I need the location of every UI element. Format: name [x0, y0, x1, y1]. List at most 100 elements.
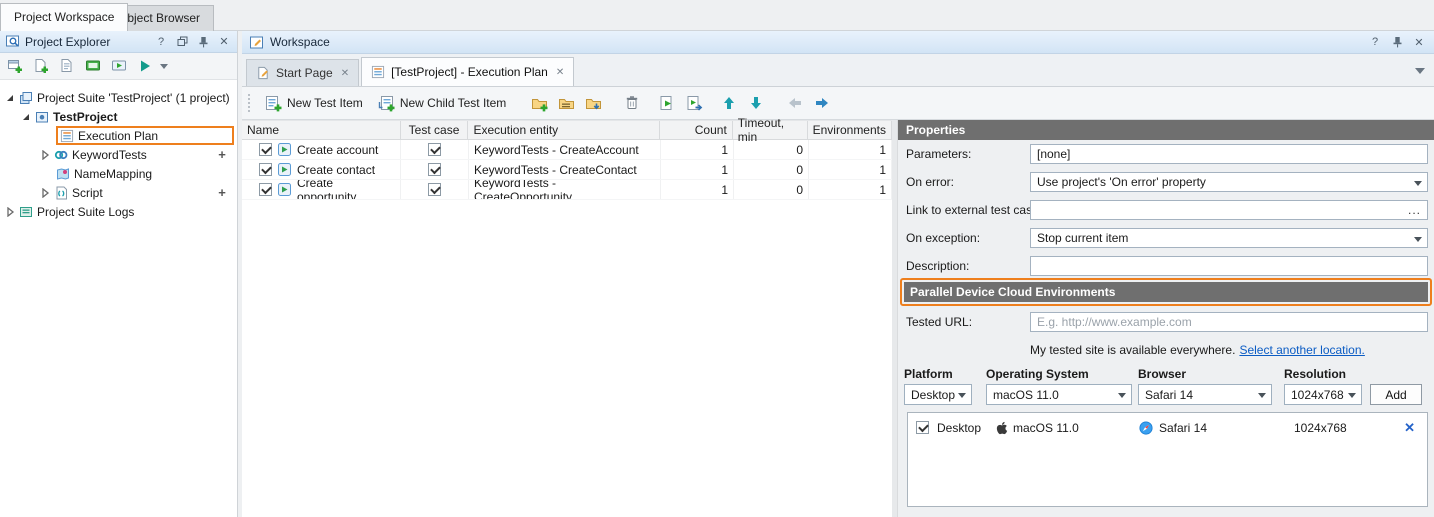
- tree-item-script[interactable]: Script +: [0, 183, 237, 202]
- row-timeout: 0: [734, 160, 809, 179]
- help-button[interactable]: ?: [1367, 34, 1383, 50]
- expanded-chevron-icon[interactable]: [5, 93, 15, 103]
- row-timeout: 0: [734, 140, 809, 159]
- run-project-button[interactable]: [134, 55, 156, 77]
- apple-icon: [996, 421, 1008, 435]
- new-group-button[interactable]: [528, 92, 550, 114]
- environment-row[interactable]: Desktop macOS 11.0 Safari 14 1024x768 ✕: [908, 416, 1427, 440]
- tested-url-input[interactable]: [1030, 312, 1428, 332]
- expanded-chevron-icon[interactable]: [21, 112, 31, 122]
- new-child-test-item-button[interactable]: New Child Test Item: [373, 93, 511, 114]
- tested-url-label: Tested URL:: [906, 312, 972, 332]
- tab-list-caret-icon[interactable]: [1415, 68, 1425, 79]
- table-row[interactable]: Create account KeywordTests - CreateAcco…: [242, 140, 892, 160]
- test-case-checkbox[interactable]: [428, 163, 441, 176]
- tree-item-keywordtests[interactable]: KeywordTests +: [0, 145, 237, 164]
- execution-plan-icon: [371, 65, 385, 79]
- collapsed-chevron-icon[interactable]: [40, 150, 50, 160]
- tree-item-namemapping[interactable]: NameMapping: [0, 164, 237, 183]
- add-keywordtest-button[interactable]: +: [216, 147, 228, 162]
- parameters-field[interactable]: [none]: [1030, 144, 1428, 164]
- test-case-checkbox[interactable]: [428, 183, 441, 196]
- move-left-button[interactable]: [784, 92, 806, 114]
- tree-label: Project Suite 'TestProject' (1 project): [37, 91, 230, 105]
- connected-device-button[interactable]: [82, 55, 104, 77]
- pin-button[interactable]: [1389, 34, 1405, 50]
- row-entity: KeywordTests - CreateContact: [469, 160, 661, 179]
- add-existing-item-button[interactable]: [30, 55, 52, 77]
- pin-button[interactable]: [195, 34, 211, 50]
- run-from-selected-button[interactable]: [683, 92, 705, 114]
- execution-plan-toolbar: New Test Item New Child Test Item: [242, 87, 1434, 120]
- tree-item-project-suite-logs[interactable]: Project Suite Logs: [0, 202, 237, 221]
- column-header-name[interactable]: Name: [242, 121, 401, 139]
- row-enabled-checkbox[interactable]: [259, 163, 272, 176]
- move-up-button[interactable]: [718, 92, 740, 114]
- delete-item-button[interactable]: [621, 92, 643, 114]
- tab-start-page[interactable]: Start Page ✕: [246, 59, 359, 86]
- column-header-count[interactable]: Count: [660, 121, 733, 139]
- tab-execution-plan[interactable]: [TestProject] - Execution Plan ✕: [361, 57, 574, 86]
- remove-environment-button[interactable]: ✕: [1404, 416, 1415, 440]
- close-tab-icon[interactable]: ✕: [556, 67, 564, 78]
- app-tab-strip: Project Workspace Object Browser: [0, 0, 1434, 31]
- row-name: Create contact: [297, 163, 375, 177]
- close-workspace-button[interactable]: ✕: [1411, 34, 1427, 50]
- help-button[interactable]: ?: [153, 34, 169, 50]
- collapsed-chevron-icon[interactable]: [5, 207, 15, 217]
- project-explorer-title: Project Explorer: [25, 35, 148, 49]
- os-select[interactable]: macOS 11.0: [986, 384, 1132, 405]
- new-test-item-button[interactable]: New Test Item: [260, 93, 368, 114]
- select-location-link[interactable]: Select another location.: [1239, 343, 1364, 357]
- add-environment-button[interactable]: Add: [1370, 384, 1422, 405]
- table-row[interactable]: Create contact KeywordTests - CreateCont…: [242, 160, 892, 180]
- dropdown-caret-icon: [958, 393, 966, 402]
- run-selected-item-button[interactable]: [656, 92, 678, 114]
- edit-item-button[interactable]: [56, 55, 78, 77]
- tree-item-project-suite[interactable]: Project Suite 'TestProject' (1 project): [0, 88, 237, 107]
- tree-item-testproject[interactable]: TestProject: [0, 107, 237, 126]
- browse-button[interactable]: ...: [1408, 205, 1421, 215]
- close-panel-button[interactable]: ✕: [216, 34, 232, 50]
- description-label: Description:: [906, 256, 969, 276]
- project-explorer-toolbar: [0, 53, 237, 80]
- close-tab-icon[interactable]: ✕: [341, 68, 349, 79]
- platform-select[interactable]: Desktop: [904, 384, 972, 405]
- tab-label: [TestProject] - Execution Plan: [391, 65, 548, 79]
- on-exception-select[interactable]: Stop current item: [1030, 228, 1428, 248]
- link-test-case-field[interactable]: ...: [1030, 200, 1428, 220]
- description-field[interactable]: [1030, 256, 1428, 276]
- button-label: New Child Test Item: [400, 96, 506, 110]
- move-to-group-button[interactable]: [582, 92, 604, 114]
- os-column-label: Operating System: [986, 366, 1089, 382]
- resolution-value: 1024x768: [1291, 388, 1344, 402]
- move-right-button[interactable]: [811, 92, 833, 114]
- os-value: macOS 11.0: [993, 388, 1059, 402]
- run-options-caret-icon[interactable]: [160, 64, 168, 73]
- column-header-test-case[interactable]: Test case: [401, 121, 469, 139]
- move-down-button[interactable]: [745, 92, 767, 114]
- execution-plan-table: Name Test case Execution entity Count Ti…: [242, 120, 892, 517]
- workspace-title: Workspace: [270, 35, 1361, 49]
- float-window-button[interactable]: [174, 34, 190, 50]
- row-enabled-checkbox[interactable]: [259, 143, 272, 156]
- test-case-checkbox[interactable]: [428, 143, 441, 156]
- row-enabled-checkbox[interactable]: [259, 183, 272, 196]
- collapsed-chevron-icon[interactable]: [40, 188, 50, 198]
- on-error-select[interactable]: Use project's 'On error' property: [1030, 172, 1428, 192]
- column-header-timeout[interactable]: Timeout, min: [733, 121, 808, 139]
- column-header-environments[interactable]: Environments: [808, 121, 892, 139]
- column-header-execution-entity[interactable]: Execution entity: [468, 121, 660, 139]
- environment-checkbox[interactable]: [916, 421, 929, 434]
- browser-select[interactable]: Safari 14: [1138, 384, 1272, 405]
- toolbar-drag-handle[interactable]: [247, 93, 252, 113]
- tab-project-workspace[interactable]: Project Workspace: [0, 3, 128, 31]
- resolution-select[interactable]: 1024x768: [1284, 384, 1362, 405]
- add-new-item-button[interactable]: [4, 55, 26, 77]
- selected-tree-item-highlight[interactable]: Execution Plan: [56, 126, 234, 145]
- add-script-button[interactable]: +: [216, 185, 228, 200]
- run-on-device-button[interactable]: [108, 55, 130, 77]
- group-items-button[interactable]: [555, 92, 577, 114]
- table-row[interactable]: Create opportunity KeywordTests - Create…: [242, 180, 892, 200]
- tree-item-execution-plan[interactable]: Execution Plan: [0, 126, 237, 145]
